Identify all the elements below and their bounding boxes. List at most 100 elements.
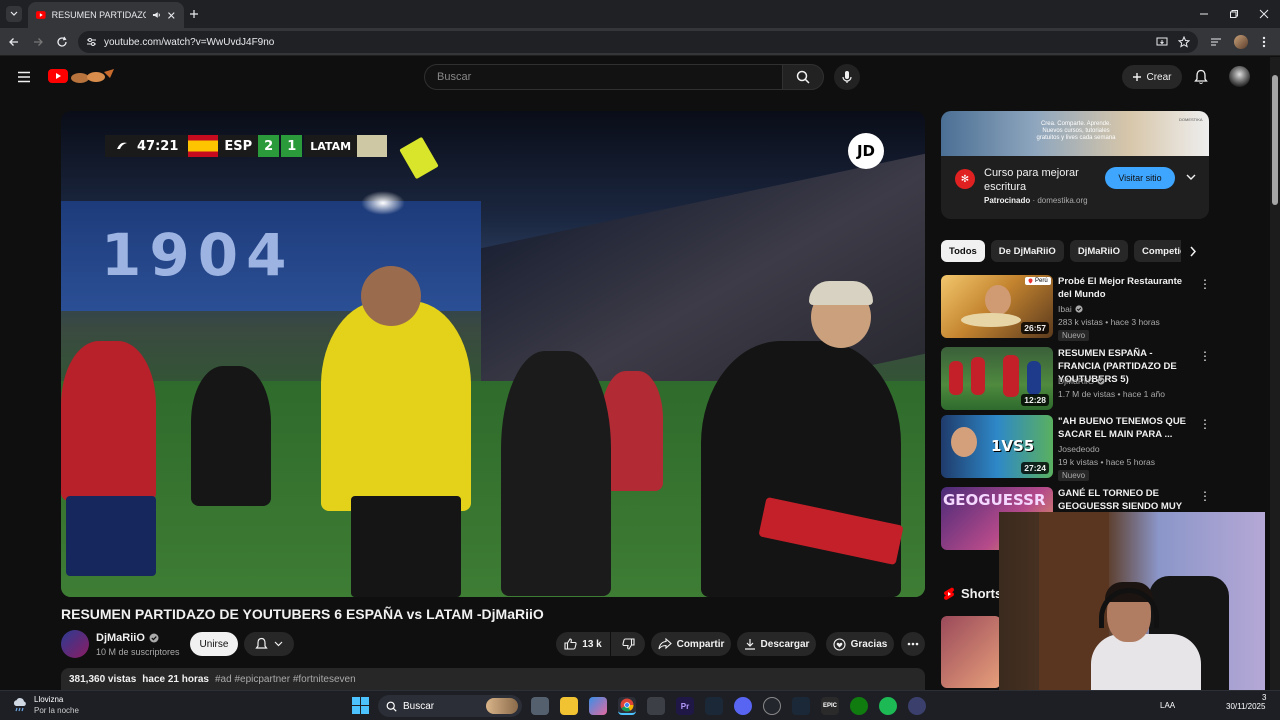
steam-icon[interactable] <box>705 697 723 715</box>
recommendation-item[interactable]: 12:28 RESUMEN ESPAÑA - FRANCIA (PARTIDAZ… <box>941 347 1221 411</box>
epic-games-icon[interactable]: EPIC <box>821 697 839 715</box>
account-avatar[interactable] <box>1229 66 1250 87</box>
thanks-button[interactable]: Gracias <box>826 632 894 656</box>
video-thumbnail[interactable]: Perú 26:57 <box>941 275 1053 338</box>
hamburger-menu-icon[interactable] <box>17 71 31 83</box>
premiere-icon[interactable]: Pr <box>676 697 694 715</box>
windows-taskbar: Llovizna Por la noche Buscar Pr EPIC LAA… <box>0 690 1280 720</box>
like-button[interactable]: 13 k <box>556 632 610 656</box>
task-view-icon[interactable] <box>531 697 549 715</box>
notifications-bell-icon[interactable] <box>1194 69 1208 85</box>
video-player[interactable]: 1904 47:21 ESP 2 1 LATAM JD <box>61 111 925 597</box>
windows-start-icon[interactable] <box>352 697 369 714</box>
store-icon[interactable] <box>589 697 607 715</box>
install-app-icon[interactable] <box>1156 37 1168 48</box>
ad-card[interactable]: DOMESTIKA Crea. Comparte. Aprende. Nuevo… <box>941 111 1209 219</box>
scrollbar-thumb[interactable] <box>1272 75 1278 205</box>
close-tab-icon[interactable] <box>167 11 176 20</box>
chrome-icon[interactable] <box>618 697 636 715</box>
youtube-header: Buscar Crear <box>0 57 1270 97</box>
chevron-down-icon <box>274 641 283 647</box>
spotify-icon[interactable] <box>879 697 897 715</box>
calculator-icon[interactable] <box>647 697 665 715</box>
browser-tab[interactable]: RESUMEN PARTIDAZO DE Y <box>28 2 184 28</box>
verified-icon <box>149 633 159 643</box>
description-box[interactable]: 381,360 vistas hace 21 horas #ad #epicpa… <box>61 668 925 692</box>
video-thumbnail[interactable]: 1VS5 27:24 <box>941 415 1053 478</box>
chip-competicion[interactable]: Competici <box>1134 240 1181 262</box>
minimize-icon[interactable] <box>1199 9 1209 19</box>
channel-name[interactable]: DjMaRiiO <box>1058 376 1105 386</box>
browser-menu-icon[interactable] <box>1262 36 1266 48</box>
visit-site-button[interactable]: Visitar sitio <box>1105 167 1175 189</box>
reading-list-icon[interactable] <box>1210 37 1222 47</box>
voice-search-button[interactable] <box>834 64 860 90</box>
chip-todos[interactable]: Todos <box>941 240 985 262</box>
ad-expand-chevron-icon[interactable] <box>1186 174 1196 181</box>
share-button[interactable]: Compartir <box>651 632 731 656</box>
channel-name[interactable]: Ibai <box>1058 304 1083 314</box>
thumbs-down-icon <box>621 638 635 650</box>
subscriber-count: 10 M de suscriptores <box>96 647 180 657</box>
join-button[interactable]: Unirse <box>190 632 238 656</box>
thumb-face <box>951 427 977 457</box>
more-vert-icon[interactable]: ⋮ <box>1199 489 1211 503</box>
taskbar-search[interactable]: Buscar <box>378 695 522 717</box>
chip-channel[interactable]: DjMaRiiO <box>1069 240 1129 262</box>
new-tab-icon[interactable] <box>189 9 199 19</box>
chip-de-channel[interactable]: De DjMaRiiO <box>990 240 1064 262</box>
reload-icon[interactable] <box>56 36 68 48</box>
profile-avatar[interactable] <box>1234 35 1248 49</box>
more-vert-icon[interactable]: ⋮ <box>1199 417 1211 431</box>
discord-icon[interactable] <box>734 697 752 715</box>
close-window-icon[interactable] <box>1259 9 1269 19</box>
recommendation-item[interactable]: 1VS5 27:24 "AH BUENO TENEMOS QUE SACAR E… <box>941 415 1221 481</box>
bookmark-star-icon[interactable] <box>1178 36 1190 48</box>
search-button[interactable] <box>782 64 824 90</box>
channel-avatar[interactable] <box>61 630 89 658</box>
site-info-icon[interactable] <box>86 37 97 47</box>
dislike-button[interactable] <box>611 632 645 656</box>
channel-name[interactable]: DjMaRiiO <box>96 632 159 644</box>
file-explorer-icon[interactable] <box>560 697 578 715</box>
ad-brand-logo[interactable]: ✻ <box>955 169 975 189</box>
more-actions-button[interactable] <box>901 632 925 656</box>
taskbar-date[interactable]: 30/11/2025 <box>1226 702 1265 711</box>
back-icon[interactable] <box>8 36 20 48</box>
player-right-hair <box>809 281 873 305</box>
ad-banner-image[interactable]: DOMESTIKA Crea. Comparte. Aprende. Nuevo… <box>941 111 1209 156</box>
subscription-bell-button[interactable] <box>244 632 294 656</box>
app-icon[interactable] <box>908 697 926 715</box>
channel-name[interactable]: Josedeodo <box>1058 444 1100 454</box>
input-language[interactable]: LAA <box>1160 701 1175 710</box>
download-button[interactable]: Descargar <box>737 632 816 656</box>
create-button[interactable]: Crear <box>1122 65 1182 89</box>
home-team: ESP <box>218 135 259 157</box>
forward-icon[interactable] <box>32 36 44 48</box>
thanks-icon <box>833 637 846 651</box>
shorts-section-header: Shorts <box>943 586 1002 601</box>
more-vert-icon[interactable]: ⋮ <box>1199 277 1211 291</box>
obs-icon[interactable] <box>763 697 781 715</box>
video-thumbnail[interactable]: 12:28 <box>941 347 1053 410</box>
youtube-logo[interactable] <box>48 68 116 84</box>
steam-alt-icon[interactable] <box>792 697 810 715</box>
chips-next-icon[interactable] <box>1189 246 1197 257</box>
hashtags[interactable]: #ad #epicpartner #fortniteseven <box>215 674 356 686</box>
tab-list-button[interactable] <box>6 6 22 22</box>
xbox-icon[interactable] <box>850 697 868 715</box>
address-bar[interactable]: youtube.com/watch?v=WwUvdJ4F9no <box>78 31 1198 53</box>
staff-black <box>501 351 611 596</box>
video-title[interactable]: Probé El Mejor Restaurante del Mundo <box>1058 275 1188 301</box>
restore-icon[interactable] <box>1229 9 1239 19</box>
video-title[interactable]: "AH BUENO TENEMOS QUE SACAR EL MAIN PARA… <box>1058 415 1188 441</box>
more-vert-icon[interactable]: ⋮ <box>1199 349 1211 363</box>
ad-title[interactable]: Curso para mejorar escritura <box>984 166 1094 194</box>
referee <box>321 301 471 511</box>
search-input[interactable]: Buscar <box>424 64 782 90</box>
taskbar-time[interactable]: 3 <box>1262 693 1266 702</box>
weather-widget[interactable]: Llovizna Por la noche <box>12 694 79 716</box>
recommendation-item[interactable]: Perú 26:57 Probé El Mejor Restaurante de… <box>941 275 1221 341</box>
shorts-thumbnail[interactable] <box>941 616 1001 688</box>
speaker-icon[interactable] <box>152 10 162 20</box>
